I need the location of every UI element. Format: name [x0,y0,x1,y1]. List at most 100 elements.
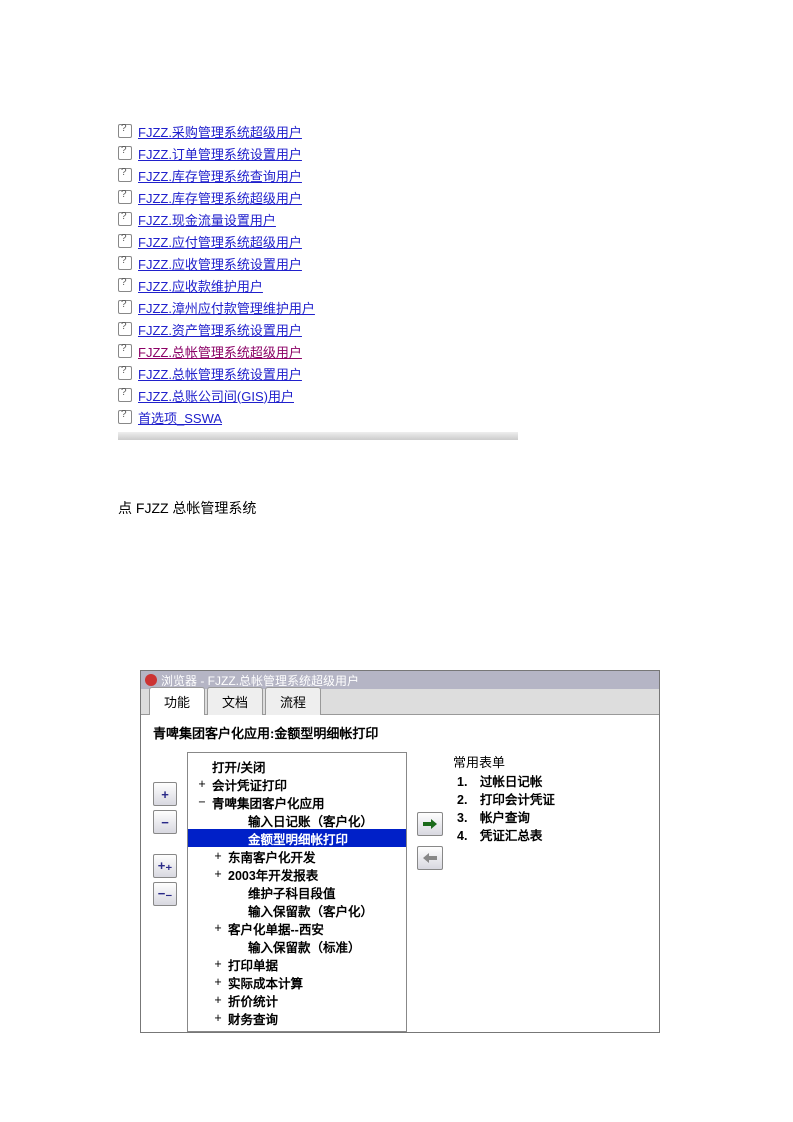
help-icon [118,388,132,402]
expand-icon[interactable]: + [212,867,224,881]
expand-all-button[interactable]: +₊ [153,854,177,878]
common-forms-panel: 常用表单 1. 过帐日记帐2. 打印会计凭证3. 帐户查询4. 凭证汇总表 [453,752,647,1032]
breadcrumb: 青啤集团客户化应用:金额型明细帐打印 [153,723,647,742]
tree-node-label: 青啤集团客户化应用 [208,793,325,812]
responsibility-link[interactable]: FJZZ.现金流量设置用户 [138,210,276,229]
responsibility-link-row: FJZZ.订单管理系统设置用户 [118,142,518,164]
tree-node[interactable]: +实际成本计算 [188,973,406,991]
tree-node-label: 会计凭证打印 [208,775,287,794]
tree-node[interactable]: 金额型明细帐打印 [188,829,406,847]
expand-icon[interactable]: + [212,849,224,863]
tree-node[interactable]: 打开/关闭 [188,757,406,775]
responsibility-link-row: 首选项_SSWA [118,406,518,428]
responsibility-link-row: FJZZ.库存管理系统超级用户 [118,186,518,208]
instruction-text: 点 FJZZ 总帐管理系统 [118,498,256,518]
collapse-icon[interactable]: − [196,795,208,809]
form-item[interactable]: 2. 打印会计凭证 [457,791,647,809]
expand-icon[interactable]: + [212,1011,224,1025]
expand-icon[interactable]: + [212,957,224,971]
collapse-button[interactable]: − [153,810,177,834]
add-to-forms-button[interactable] [417,812,443,836]
tree-node[interactable]: +财务查询 [188,1009,406,1027]
form-item[interactable]: 3. 帐户查询 [457,809,647,827]
tab-文档[interactable]: 文档 [207,687,263,715]
tree-node-label: 输入保留款（标准） [244,937,361,956]
tab-功能[interactable]: 功能 [149,687,205,715]
help-icon [118,146,132,160]
form-item[interactable]: 1. 过帐日记帐 [457,773,647,791]
forms-list: 1. 过帐日记帐2. 打印会计凭证3. 帐户查询4. 凭证汇总表 [453,773,647,845]
responsibility-link-row: FJZZ.现金流量设置用户 [118,208,518,230]
navigator-tree[interactable]: 打开/关闭+会计凭证打印−青啤集团客户化应用输入日记账（客户化）金额型明细帐打印… [187,752,407,1032]
responsibility-link[interactable]: FJZZ.采购管理系统超级用户 [138,122,302,141]
help-icon [118,124,132,138]
tree-node-label: 维护子科目段值 [244,883,336,902]
tree-node[interactable]: −青啤集团客户化应用 [188,793,406,811]
tree-node[interactable]: +客户化单据--西安 [188,919,406,937]
tree-node[interactable]: 维护子科目段值 [188,883,406,901]
responsibility-link[interactable]: FJZZ.漳州应付款管理维护用户 [138,298,315,317]
tree-node-label: 金额型明细帐打印 [244,829,348,848]
workarea: + − +₊ −₋ 打开/关闭+会计凭证打印−青啤集团客户化应用输入日记账（客户… [153,752,647,1032]
responsibility-link-row: FJZZ.应收款维护用户 [118,274,518,296]
responsibility-link[interactable]: FJZZ.库存管理系统查询用户 [138,166,302,185]
responsibility-link-row: FJZZ.漳州应付款管理维护用户 [118,296,518,318]
tree-node[interactable]: +会计凭证打印 [188,775,406,793]
tree-node[interactable]: 输入日记账（客户化） [188,811,406,829]
help-icon [118,278,132,292]
tree-node[interactable]: +打印单据 [188,955,406,973]
remove-from-forms-button[interactable] [417,846,443,870]
tree-node-label: 输入日记账（客户化） [244,811,373,830]
app-icon [145,674,157,686]
responsibility-link[interactable]: FJZZ.总帐管理系统超级用户 [138,342,302,361]
expand-icon[interactable]: + [212,993,224,1007]
help-icon [118,234,132,248]
tree-node[interactable]: 输入保留款（客户化） [188,901,406,919]
responsibility-links-list: FJZZ.采购管理系统超级用户 FJZZ.订单管理系统设置用户 FJZZ.库存管理系… [118,120,518,440]
tree-node-label: 打开/关闭 [208,757,265,776]
links-footer-divider [118,432,518,440]
responsibility-link-row: FJZZ.应付管理系统超级用户 [118,230,518,252]
tree-node[interactable]: 输入保留款（标准） [188,937,406,955]
browser-window: 浏览器 - FJZZ.总帐管理系统超级用户 功能文档流程 青啤集团客户化应用:金… [140,670,660,1033]
window-title: 浏览器 - FJZZ.总帐管理系统超级用户 [161,672,359,689]
tree-node-label: 2003年开发报表 [224,865,318,884]
tab-流程[interactable]: 流程 [265,687,321,715]
responsibility-link[interactable]: FJZZ.应付管理系统超级用户 [138,232,302,251]
collapse-all-button[interactable]: −₋ [153,882,177,906]
responsibility-link-row: FJZZ.总账公司间(GIS)用户 [118,384,518,406]
expand-button[interactable]: + [153,782,177,806]
responsibility-link-row: FJZZ.总帐管理系统设置用户 [118,362,518,384]
expand-icon[interactable]: + [196,777,208,791]
transfer-button-column [417,752,443,1032]
responsibility-link[interactable]: FJZZ.应收管理系统设置用户 [138,254,302,273]
responsibility-link-row: FJZZ.总帐管理系统超级用户 [118,340,518,362]
responsibility-link[interactable]: FJZZ.订单管理系统设置用户 [138,144,302,163]
responsibility-link[interactable]: FJZZ.库存管理系统超级用户 [138,188,302,207]
tab-strip: 功能文档流程 [141,689,659,715]
arrow-left-icon [422,852,438,864]
tree-node-label: 客户化单据--西安 [224,919,324,938]
tree-node-label: 财务查询 [224,1009,278,1028]
tree-node[interactable]: +2003年开发报表 [188,865,406,883]
expand-icon[interactable]: + [212,921,224,935]
responsibility-link[interactable]: 首选项_SSWA [138,408,222,427]
tree-node-label: 折价统计 [224,991,278,1010]
expand-icon[interactable]: + [212,975,224,989]
responsibility-link-row: FJZZ.采购管理系统超级用户 [118,120,518,142]
help-icon [118,366,132,380]
content-area: 青啤集团客户化应用:金额型明细帐打印 + − +₊ −₋ 打开/关闭+会计凭证打… [141,715,659,1032]
form-item[interactable]: 4. 凭证汇总表 [457,827,647,845]
tree-button-column: + − +₊ −₋ [153,752,177,1032]
tree-node[interactable]: +东南客户化开发 [188,847,406,865]
help-icon [118,344,132,358]
responsibility-link[interactable]: FJZZ.资产管理系统设置用户 [138,320,302,339]
responsibility-link-row: FJZZ.应收管理系统设置用户 [118,252,518,274]
tree-node-label: 输入保留款（客户化） [244,901,373,920]
tree-node[interactable]: +折价统计 [188,991,406,1009]
responsibility-link[interactable]: FJZZ.总账公司间(GIS)用户 [138,386,294,405]
responsibility-link[interactable]: FJZZ.总帐管理系统设置用户 [138,364,302,383]
help-icon [118,256,132,270]
help-icon [118,212,132,226]
responsibility-link[interactable]: FJZZ.应收款维护用户 [138,276,263,295]
